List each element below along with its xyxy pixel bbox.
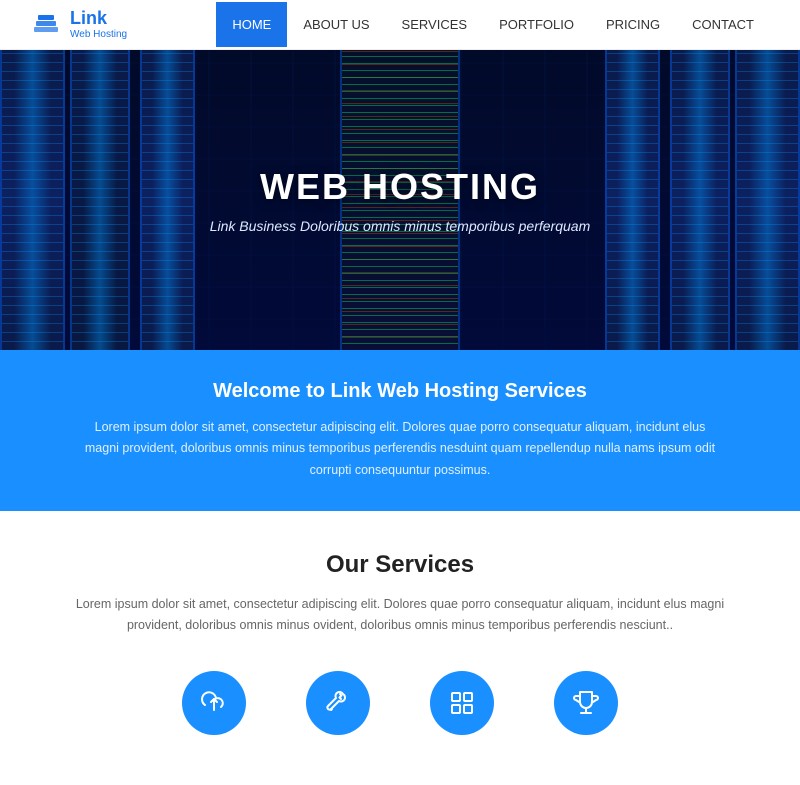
tools-icon-circle [306,671,370,735]
welcome-banner: Welcome to Link Web Hosting Services Lor… [0,350,800,511]
service-item-grid [430,671,494,735]
grid-icon-circle [430,671,494,735]
rack-2 [70,50,130,350]
rack-3 [140,50,195,350]
nav-contact[interactable]: CONTACT [676,2,770,47]
logo-name: Link [70,9,127,29]
grid-icon [447,688,477,718]
service-item-trophy [554,671,618,735]
service-item-cloud [182,671,246,735]
rack-6 [605,50,660,350]
hero-title: WEB HOSTING [210,166,591,208]
trophy-icon-circle [554,671,618,735]
header: Link Web Hosting HOME ABOUT US SERVICES … [0,0,800,50]
service-icons-row [60,671,740,745]
hero-section: WEB HOSTING Link Business Doloribus omni… [0,50,800,350]
services-section: Our Services Lorem ipsum dolor sit amet,… [0,511,800,785]
logo: Link Web Hosting [30,9,127,41]
hero-content: WEB HOSTING Link Business Doloribus omni… [210,166,591,234]
rack-1 [0,50,65,350]
services-heading: Our Services [60,551,740,579]
banner-heading: Welcome to Link Web Hosting Services [80,380,720,403]
nav-services[interactable]: SERVICES [386,2,484,47]
logo-icon [30,9,62,41]
nav-home[interactable]: HOME [216,2,287,47]
banner-body: Lorem ipsum dolor sit amet, consectetur … [80,417,720,481]
services-description: Lorem ipsum dolor sit amet, consectetur … [60,594,740,637]
cloud-icon-circle [182,671,246,735]
nav-pricing[interactable]: PRICING [590,2,676,47]
logo-tagline: Web Hosting [70,29,127,40]
rack-4 [735,50,800,350]
service-item-tools [306,671,370,735]
tools-icon [323,688,353,718]
nav-about[interactable]: ABOUT US [287,2,385,47]
trophy-icon [571,688,601,718]
rack-5 [670,50,730,350]
main-nav: HOME ABOUT US SERVICES PORTFOLIO PRICING… [216,2,770,47]
nav-portfolio[interactable]: PORTFOLIO [483,2,590,47]
hero-subtitle: Link Business Doloribus omnis minus temp… [210,218,591,234]
cloud-upload-icon [199,688,229,718]
